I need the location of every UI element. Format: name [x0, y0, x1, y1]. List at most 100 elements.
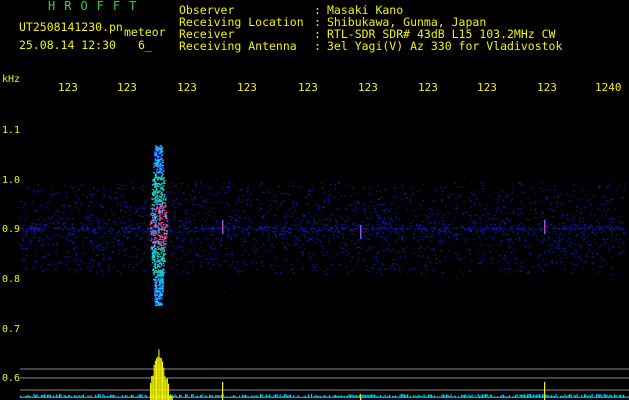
echo-pixel — [159, 301, 162, 303]
baseline-bar — [468, 394, 470, 398]
echo-pixel — [152, 179, 154, 181]
baseline-bar — [288, 395, 290, 398]
echo-pixel — [155, 285, 158, 287]
echo-pixel — [151, 220, 154, 222]
baseline-bar — [341, 395, 343, 398]
echo-pixel — [158, 195, 161, 197]
baseline-bar — [120, 396, 122, 398]
baseline-bar — [243, 395, 245, 398]
echo-pixel — [164, 253, 167, 255]
baseline-bar — [245, 394, 247, 398]
echo-pixel — [155, 303, 158, 306]
baseline-bar — [596, 394, 598, 398]
filename: UT2508141230.pn — [19, 20, 123, 34]
baseline-bar — [426, 396, 428, 398]
baseline-bar — [63, 394, 65, 398]
baseline-bar — [566, 396, 568, 398]
baseline-bar — [95, 394, 97, 398]
echo-pixel — [152, 198, 154, 201]
baseline-bar — [477, 394, 479, 398]
echo-pixel — [163, 229, 165, 231]
baseline-bar — [624, 396, 626, 398]
echo-pixel — [163, 243, 165, 245]
echo-pixel — [162, 285, 165, 288]
baseline-bar — [455, 395, 457, 398]
echo-pixel — [154, 183, 157, 185]
baseline-bar — [99, 394, 101, 398]
baseline-bar — [354, 395, 356, 398]
baseline-bar — [114, 395, 116, 398]
baseline-bar — [527, 394, 529, 398]
baseline-bar — [626, 397, 628, 398]
baseline-bar — [39, 396, 41, 398]
echo-pixel — [152, 229, 154, 232]
echo-pixel — [157, 226, 159, 228]
baseline-bar — [563, 396, 565, 398]
echo-pixel — [154, 253, 157, 255]
baseline-bar — [239, 395, 241, 398]
echo-pixel — [154, 264, 157, 266]
baseline-bar — [240, 396, 242, 398]
baseline-bar — [252, 395, 254, 398]
event-type: meteor — [124, 25, 166, 39]
baseline-bar — [351, 394, 353, 398]
baseline-bar — [101, 396, 103, 398]
baseline-bar — [267, 395, 269, 398]
baseline-bar — [80, 396, 82, 398]
echo-pixel — [158, 278, 160, 280]
baseline-bar — [194, 396, 196, 398]
baseline-bar — [29, 395, 31, 398]
echo-pixel — [156, 260, 159, 262]
echo-pixel — [161, 226, 163, 228]
baseline-bar — [56, 394, 58, 398]
echo-pixel — [152, 255, 155, 257]
baseline-bar — [83, 394, 85, 398]
echo-pixel — [156, 279, 158, 281]
echo-pixel — [158, 209, 161, 211]
baseline-bar — [117, 395, 119, 398]
baseline-bar — [579, 396, 581, 398]
baseline-bar — [435, 396, 437, 398]
baseline-bar — [200, 395, 202, 398]
baseline-bar — [188, 396, 190, 398]
baseline-bar — [60, 394, 62, 398]
baseline-bar — [392, 395, 394, 398]
echo-pixel — [160, 265, 163, 267]
baseline-bar — [131, 394, 133, 398]
baseline-bar — [621, 395, 623, 398]
baseline-bar — [470, 395, 472, 398]
baseline-bar — [507, 396, 509, 398]
echo-pixel — [157, 207, 159, 209]
echo-pixel — [161, 298, 163, 300]
baseline-bar — [228, 396, 230, 398]
baseline-bar — [485, 394, 487, 398]
baseline-bar — [191, 394, 193, 398]
echo-pixel — [152, 268, 155, 270]
baseline-bar — [449, 396, 451, 398]
baseline-bar — [479, 395, 481, 398]
baseline-bar — [432, 396, 434, 398]
baseline-bar — [536, 394, 538, 398]
echo-pixel — [156, 157, 159, 159]
baseline-bar — [44, 394, 46, 398]
echo-pixel — [163, 228, 166, 230]
antenna-colon: : — [314, 39, 321, 53]
echo-pixel — [161, 247, 163, 249]
baseline-bar — [441, 394, 443, 398]
echo-pixel — [159, 172, 162, 174]
baseline-bar — [68, 395, 70, 398]
time-tick-label: 123 — [117, 81, 137, 94]
baseline-bar — [497, 396, 499, 398]
baseline-bar — [317, 395, 319, 398]
echo-pixel — [155, 220, 157, 222]
baseline-bar — [284, 394, 286, 398]
echo-pixel — [157, 191, 159, 193]
echo-pixel — [156, 194, 158, 196]
echo-pixel — [164, 213, 167, 215]
baseline-bar — [71, 396, 73, 398]
baseline-bar — [405, 395, 407, 398]
echo-pixel — [159, 286, 161, 288]
baseline-bar — [620, 394, 622, 398]
baseline-bar — [242, 394, 244, 398]
baseline-bar — [23, 396, 25, 398]
